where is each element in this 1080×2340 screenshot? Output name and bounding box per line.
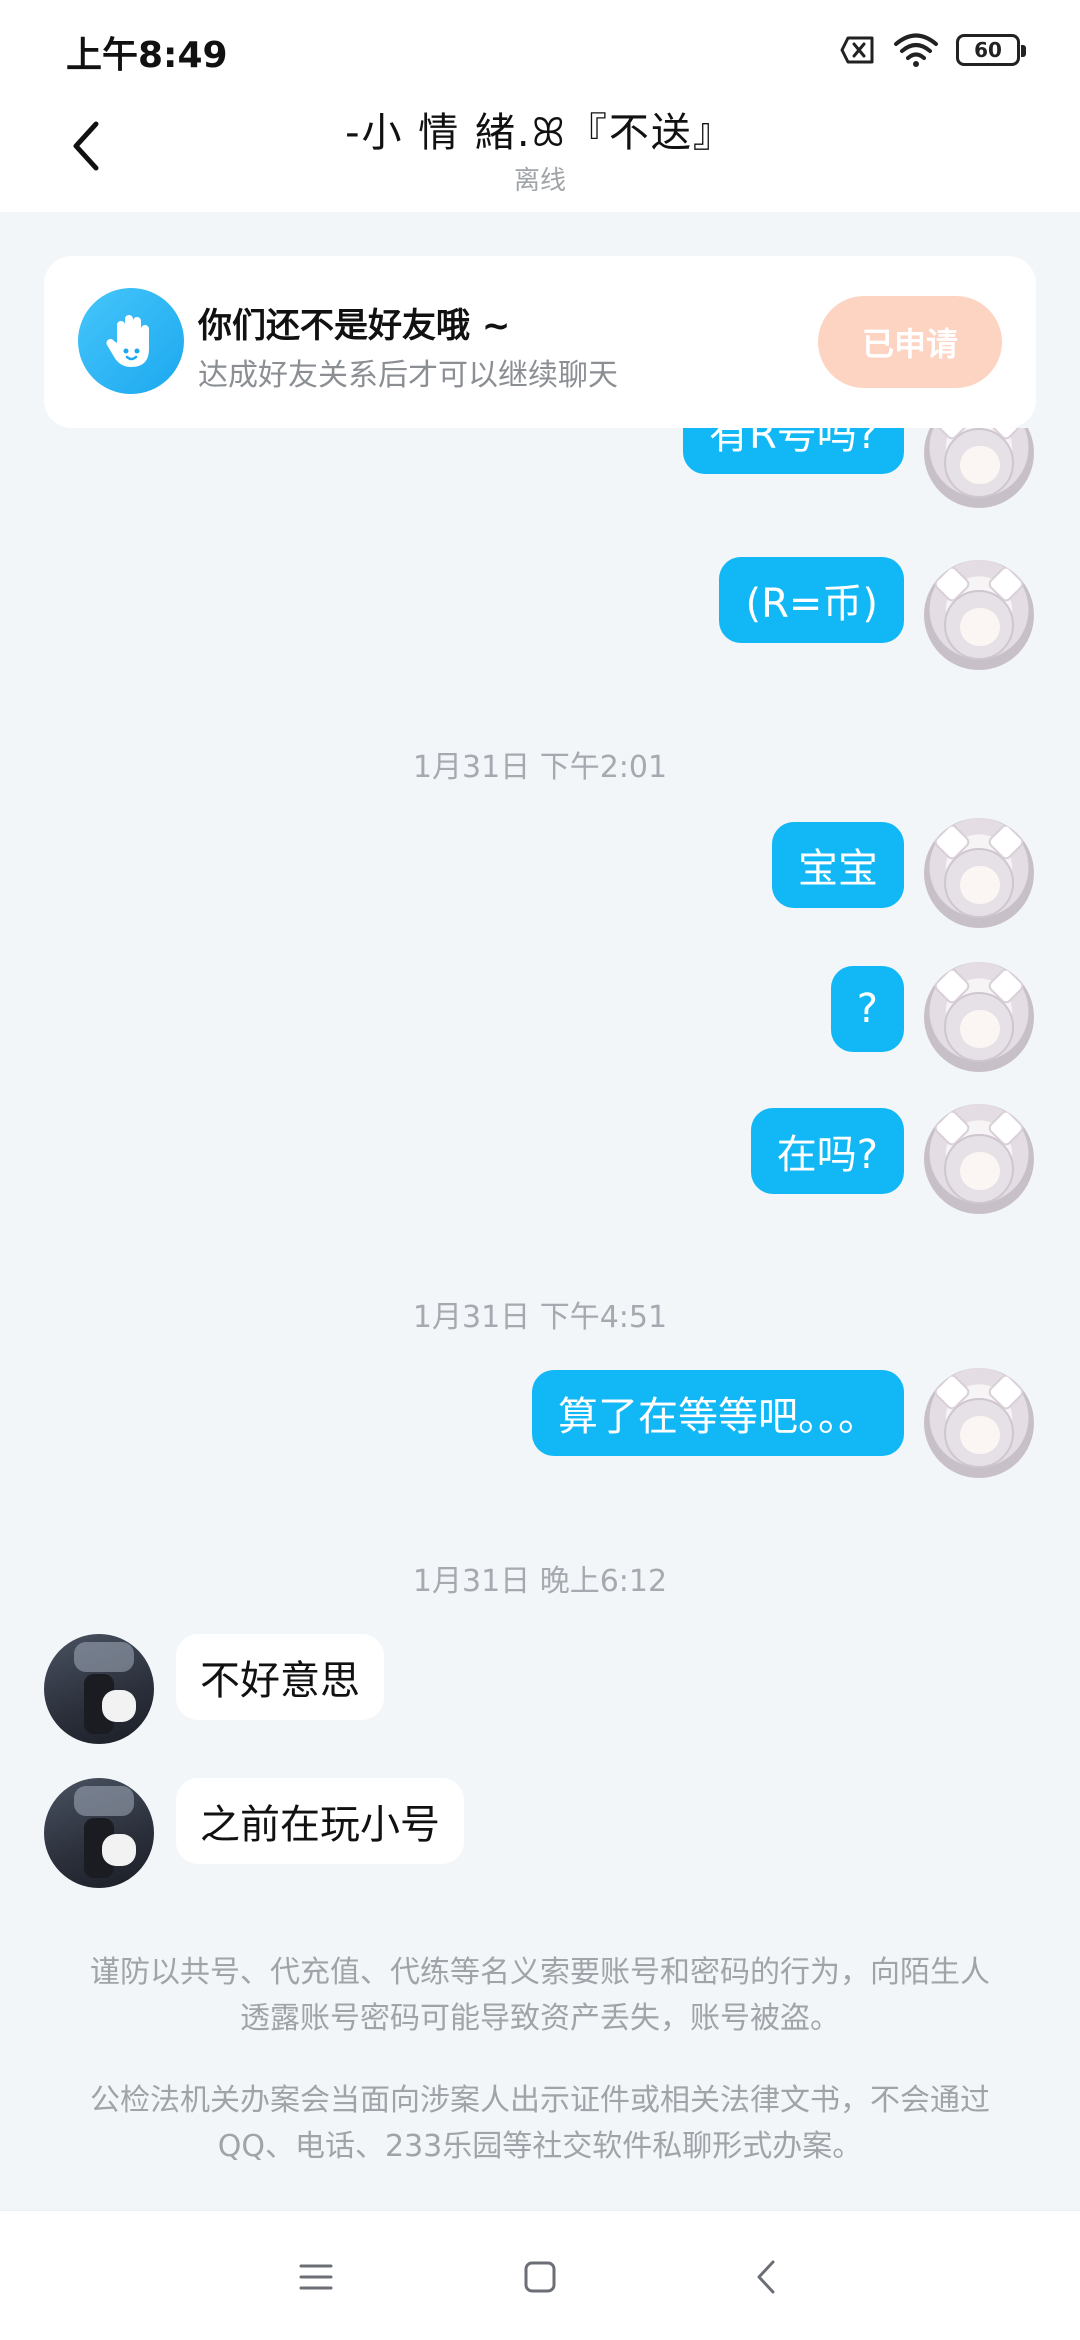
- message-bubble-outgoing[interactable]: 有R号吗?: [682, 428, 904, 474]
- timestamp: 1月31日 下午4:51: [412, 1300, 668, 1335]
- chevron-left-icon: [73, 121, 99, 171]
- wifi-icon: [894, 33, 938, 67]
- my-avatar[interactable]: [924, 962, 1034, 1072]
- message-bubble-outgoing[interactable]: 宝宝: [772, 822, 904, 908]
- chat-screen: 上午8:49 60 -小 情 緒.ꕤ『不送』 离线 你们还不是好友哦 ~ 达成好…: [0, 0, 1080, 2340]
- home-button[interactable]: [510, 2247, 570, 2307]
- my-avatar[interactable]: [924, 818, 1034, 928]
- battery-level: 60: [974, 38, 1002, 62]
- system-nav-bar: [0, 2210, 1080, 2340]
- contact-avatar[interactable]: [44, 1778, 154, 1888]
- banner-description: 达成好友关系后才可以继续聊天: [198, 358, 618, 393]
- message-bubble-outgoing[interactable]: ?: [830, 966, 904, 1052]
- chat-title[interactable]: -小 情 緒.ꕤ『不送』: [200, 100, 880, 158]
- security-notice: 谨防以共号、代充值、代练等名义索要账号和密码的行为，向陌生人透露账号密码可能导致…: [90, 1955, 990, 2036]
- top-bar: 上午8:49 60 -小 情 緒.ꕤ『不送』 离线: [0, 0, 1080, 212]
- banner-title: 你们还不是好友哦 ~: [198, 306, 511, 346]
- home-square-icon: [524, 2261, 556, 2293]
- timestamp: 1月31日 晚上6:12: [412, 1564, 668, 1599]
- my-avatar[interactable]: [924, 1368, 1034, 1478]
- message-bubble-incoming[interactable]: 不好意思: [176, 1634, 384, 1720]
- menu-button[interactable]: [286, 2247, 346, 2307]
- hand-wave-icon: [78, 288, 184, 394]
- message-bubble-outgoing[interactable]: 在吗?: [750, 1108, 904, 1194]
- back-button[interactable]: [64, 116, 108, 176]
- status-time: 上午8:49: [66, 35, 228, 76]
- contact-avatar[interactable]: [44, 1634, 154, 1744]
- message-bubble-outgoing[interactable]: 算了在等等吧。。。: [532, 1370, 904, 1456]
- message-bubble-incoming[interactable]: 之前在玩小号: [176, 1778, 464, 1864]
- battery-indicator: 60: [956, 34, 1026, 66]
- sim-disabled-icon: [840, 36, 874, 64]
- applied-button[interactable]: 已申请: [818, 296, 1002, 388]
- message-bubble-outgoing[interactable]: (R=币): [719, 557, 904, 643]
- menu-icon: [299, 2264, 333, 2290]
- my-avatar[interactable]: [924, 560, 1034, 670]
- my-avatar[interactable]: [924, 1104, 1034, 1214]
- nav-back-button[interactable]: [736, 2247, 796, 2307]
- online-status: 离线: [513, 166, 566, 196]
- scroll-clip: 有R号吗?: [0, 428, 1080, 528]
- nav-back-icon: [757, 2260, 775, 2294]
- timestamp: 1月31日 下午2:01: [412, 750, 668, 785]
- police-notice: 公检法机关办案会当面向涉案人出示证件或相关法律文书，不会通过QQ、电话、233乐…: [90, 2083, 990, 2164]
- not-friends-banner: 你们还不是好友哦 ~ 达成好友关系后才可以继续聊天 已申请: [44, 256, 1036, 428]
- status-icons: 60: [840, 30, 1026, 70]
- my-avatar[interactable]: [924, 428, 1034, 508]
